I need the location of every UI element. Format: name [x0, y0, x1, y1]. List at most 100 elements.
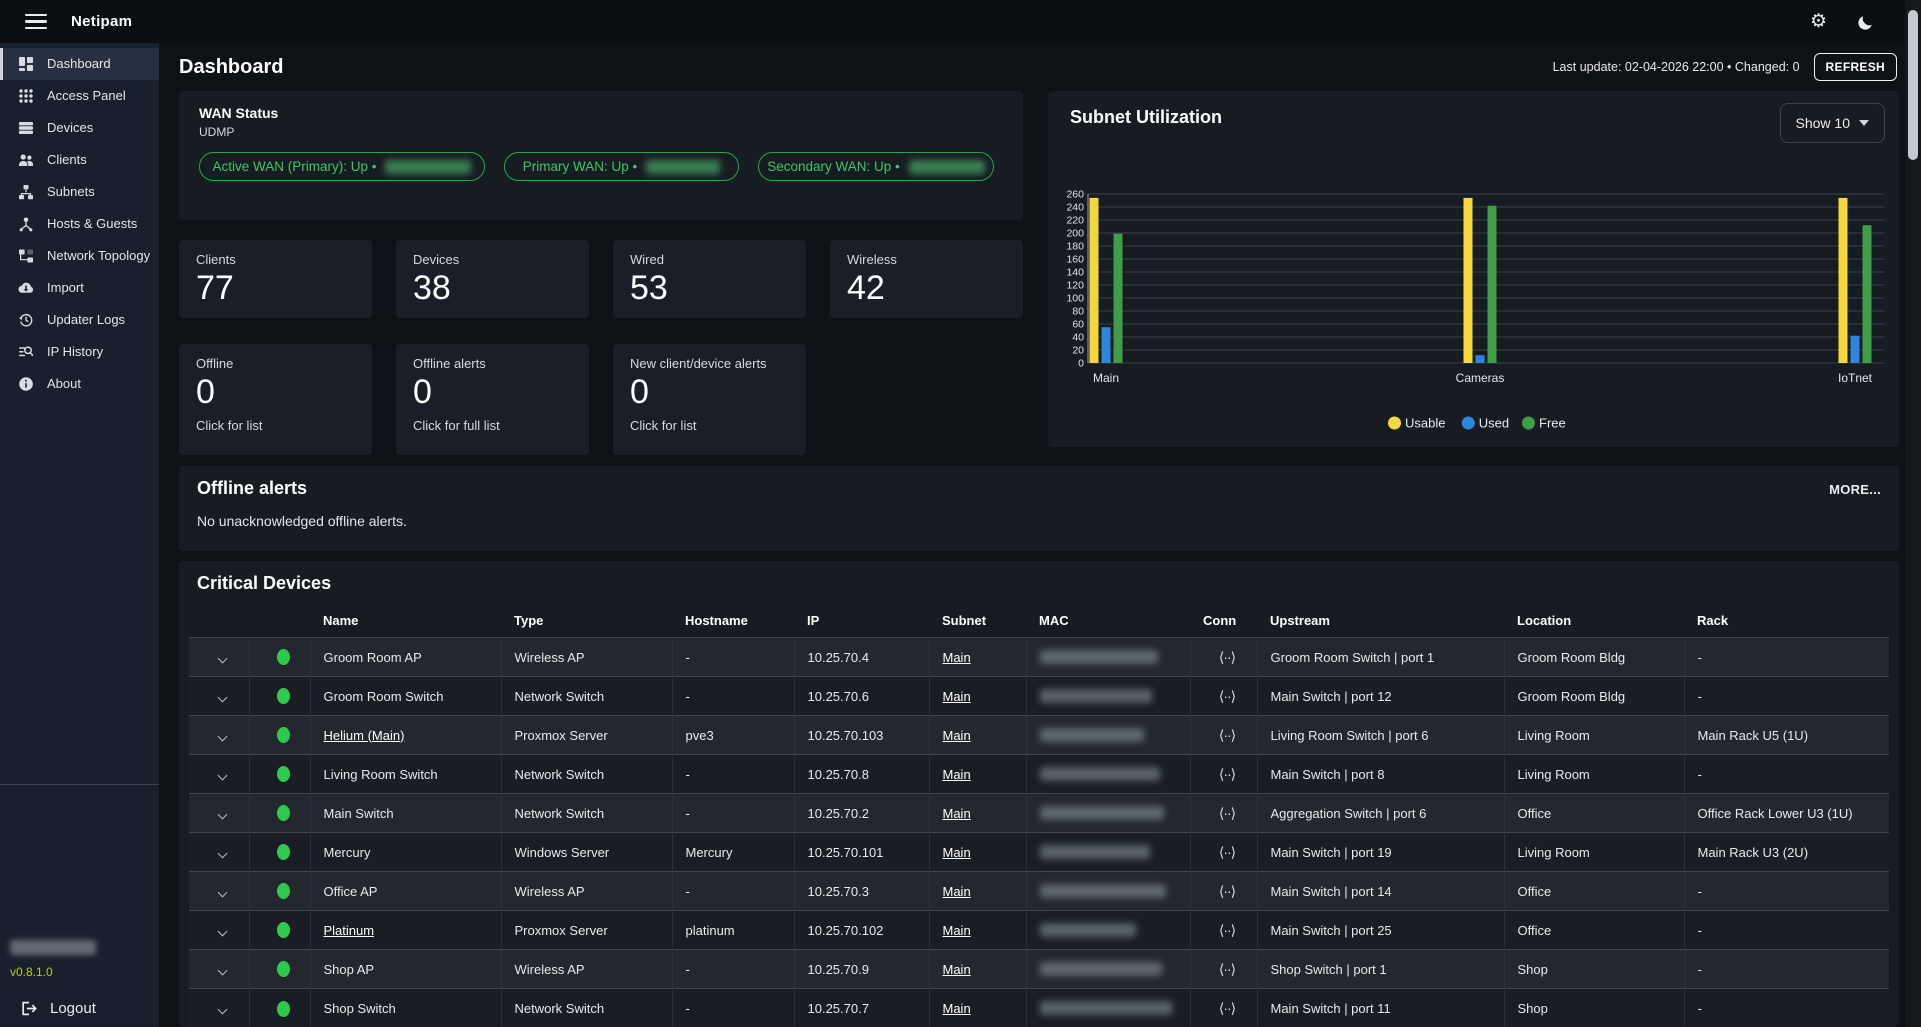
sidebar-item-subnets[interactable]: Subnets	[0, 176, 159, 208]
mac-address-redacted	[1040, 923, 1136, 937]
connection-icon[interactable]: ⟨··⟩	[1219, 844, 1235, 860]
sidebar-item-devices[interactable]: Devices	[0, 112, 159, 144]
connection-icon[interactable]: ⟨··⟩	[1219, 766, 1235, 782]
stat-card-offline-alerts[interactable]: Offline alerts0Click for full list	[396, 344, 589, 455]
show-count-dropdown[interactable]: Show 10	[1780, 103, 1885, 143]
stat-value: 0	[630, 373, 789, 412]
device-row-main-switch: Main SwitchNetwork Switch-10.25.70.2Main…	[189, 794, 1889, 833]
subnets-icon	[16, 184, 36, 200]
connection-icon[interactable]: ⟨··⟩	[1219, 649, 1235, 665]
refresh-button[interactable]: REFRESH	[1814, 53, 1897, 81]
expand-chevron-icon[interactable]	[217, 848, 227, 858]
device-name: Shop Switch	[324, 1001, 396, 1016]
connection-icon[interactable]: ⟨··⟩	[1219, 727, 1235, 743]
dark-mode-moon-icon[interactable]	[1857, 13, 1875, 31]
svg-text:80: 80	[1072, 306, 1084, 318]
status-online-dot	[277, 844, 290, 860]
device-upstream: Main Switch | port 12	[1257, 677, 1504, 716]
device-location: Groom Room Bldg	[1504, 638, 1684, 677]
subnet-link[interactable]: Main	[943, 650, 971, 665]
subnet-link[interactable]: Main	[943, 1001, 971, 1016]
device-row-office-ap: Office APWireless AP-10.25.70.3Main⟨··⟩M…	[189, 872, 1889, 911]
subnet-link[interactable]: Main	[943, 728, 971, 743]
netipam-app: Netipam ⚙ DashboardAccess PanelDevicesCl…	[0, 0, 1921, 1027]
sidebar-item-clients[interactable]: Clients	[0, 144, 159, 176]
expand-chevron-icon[interactable]	[217, 731, 227, 741]
offline-alerts-message: No unacknowledged offline alerts.	[197, 513, 1881, 529]
status-online-dot	[277, 649, 290, 665]
sidebar-divider	[0, 784, 159, 785]
svg-text:260: 260	[1066, 189, 1084, 201]
page-scrollbar-thumb[interactable]	[1908, 10, 1918, 160]
settings-gear-icon[interactable]: ⚙	[1810, 12, 1827, 31]
connection-icon[interactable]: ⟨··⟩	[1219, 805, 1235, 821]
logout-button[interactable]: Logout	[20, 1000, 96, 1017]
subnet-link[interactable]: Main	[943, 923, 971, 938]
expand-chevron-icon[interactable]	[217, 653, 227, 663]
device-location: Office	[1504, 911, 1684, 950]
stat-label: Clients	[196, 252, 355, 267]
sidebar-item-network-topology[interactable]: Network Topology	[0, 240, 159, 272]
subnet-link[interactable]: Main	[943, 767, 971, 782]
status-online-dot	[277, 1001, 290, 1017]
col-name: Name	[310, 604, 501, 638]
expand-chevron-icon[interactable]	[217, 692, 227, 702]
connection-icon[interactable]: ⟨··⟩	[1219, 1000, 1235, 1016]
expand-chevron-icon[interactable]	[217, 887, 227, 897]
device-ip: 10.25.70.2	[794, 794, 929, 833]
col-mac: MAC	[1026, 604, 1190, 638]
mac-address-redacted	[1040, 845, 1150, 859]
connection-icon[interactable]: ⟨··⟩	[1219, 961, 1235, 977]
col-ip: IP	[794, 604, 929, 638]
expand-chevron-icon[interactable]	[217, 1004, 227, 1014]
wan-pill-1: Primary WAN: Up •	[504, 152, 739, 181]
wan-pill-row: Active WAN (Primary): Up •Primary WAN: U…	[199, 152, 1003, 181]
connection-icon[interactable]: ⟨··⟩	[1219, 883, 1235, 899]
device-name-link[interactable]: Helium (Main)	[324, 728, 405, 743]
device-name-link[interactable]: Platinum	[324, 923, 375, 938]
connection-icon[interactable]: ⟨··⟩	[1219, 922, 1235, 938]
device-ip: 10.25.70.101	[794, 833, 929, 872]
stat-value: 42	[847, 269, 1006, 308]
expand-chevron-icon[interactable]	[217, 926, 227, 936]
main-content: Dashboard Last update: 02-04-2026 22:00 …	[159, 43, 1905, 1027]
wan-ip-redacted	[385, 160, 471, 174]
device-rack: Main Rack U5 (1U)	[1684, 716, 1889, 755]
stat-card-wired: Wired53	[613, 240, 806, 318]
expand-chevron-icon[interactable]	[217, 809, 227, 819]
mac-address-redacted	[1040, 962, 1162, 976]
subnet-link[interactable]: Main	[943, 689, 971, 704]
device-row-mercury: MercuryWindows ServerMercury10.25.70.101…	[189, 833, 1889, 872]
device-location: Living Room	[1504, 755, 1684, 794]
page-scrollbar-track[interactable]	[1905, 0, 1921, 1027]
subnet-link[interactable]: Main	[943, 884, 971, 899]
mac-address-redacted	[1040, 650, 1158, 664]
offline-alerts-more-link[interactable]: MORE...	[1829, 482, 1881, 497]
sidebar-item-about[interactable]: About	[0, 368, 159, 400]
expand-chevron-icon[interactable]	[217, 770, 227, 780]
stat-value: 38	[413, 269, 572, 308]
sidebar-item-dashboard[interactable]: Dashboard	[0, 48, 159, 80]
sidebar-item-access-panel[interactable]: Access Panel	[0, 80, 159, 112]
stat-card-offline[interactable]: Offline0Click for list	[179, 344, 372, 455]
device-hostname: -	[672, 989, 794, 1027]
subnet-link[interactable]: Main	[943, 962, 971, 977]
svg-text:Main: Main	[1093, 371, 1119, 385]
subnet-link[interactable]: Main	[943, 806, 971, 821]
sidebar-item-ip-history[interactable]: IP History	[0, 336, 159, 368]
wan-ip-redacted	[646, 160, 720, 174]
expand-chevron-icon[interactable]	[217, 965, 227, 975]
import-icon	[16, 280, 36, 296]
svg-text:200: 200	[1066, 228, 1084, 240]
device-type: Network Switch	[501, 677, 672, 716]
stat-card-new-client-device-alerts[interactable]: New client/device alerts0Click for list	[613, 344, 806, 455]
subnet-link[interactable]: Main	[943, 845, 971, 860]
sidebar-item-updater-logs[interactable]: Updater Logs	[0, 304, 159, 336]
sidebar-item-import[interactable]: Import	[0, 272, 159, 304]
menu-hamburger-icon[interactable]	[25, 10, 47, 34]
stat-value: 0	[413, 373, 572, 412]
sidebar-item-hosts-guests[interactable]: Hosts & Guests	[0, 208, 159, 240]
device-type: Network Switch	[501, 794, 672, 833]
connection-icon[interactable]: ⟨··⟩	[1219, 688, 1235, 704]
logout-label: Logout	[50, 1000, 96, 1017]
